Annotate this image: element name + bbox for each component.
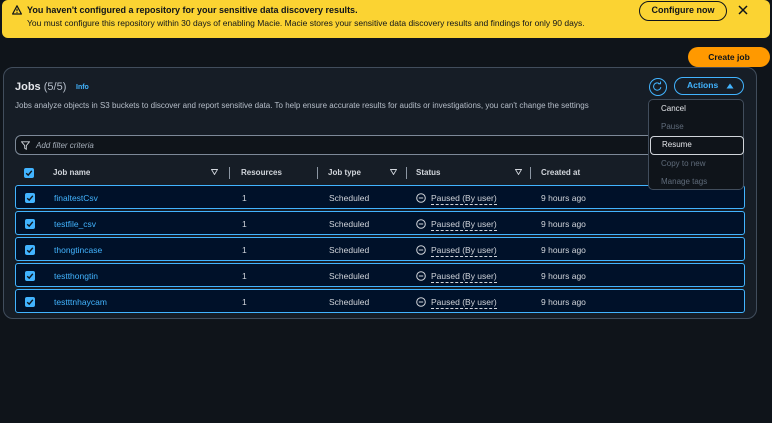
refresh-button[interactable] <box>649 78 667 96</box>
job-type-cell: Scheduled <box>329 271 370 281</box>
select-all-checkbox[interactable] <box>24 168 34 178</box>
status-text[interactable]: Paused (By user) <box>431 219 497 231</box>
filter-icon <box>21 141 30 150</box>
status-text[interactable]: Paused (By user) <box>431 193 497 205</box>
sort-icon[interactable] <box>390 169 397 175</box>
pause-icon <box>416 297 426 307</box>
warning-banner: You haven't configured a repository for … <box>2 0 770 38</box>
page-title: Jobs (5/5) <box>15 81 66 93</box>
actions-label: Actions <box>687 80 719 90</box>
job-name-link[interactable]: thongtincase <box>54 245 102 255</box>
column-divider <box>317 167 318 179</box>
configure-now-button[interactable]: Configure now <box>639 1 727 21</box>
table-row[interactable]: finaltestCsv 1 Scheduled Paused (By user… <box>15 185 745 209</box>
resources-cell: 1 <box>242 245 247 255</box>
row-checkbox[interactable] <box>25 193 35 203</box>
job-type-cell: Scheduled <box>329 219 370 229</box>
col-resources[interactable]: Resources <box>241 168 282 177</box>
created-at-cell: 9 hours ago <box>541 245 586 255</box>
menu-item-cancel[interactable]: Cancel <box>661 104 686 113</box>
menu-item-pause: Pause <box>661 122 684 131</box>
created-at-cell: 9 hours ago <box>541 297 586 307</box>
caret-up-icon <box>726 83 734 89</box>
row-checkbox[interactable] <box>25 219 35 229</box>
banner-title: You haven't configured a repository for … <box>27 5 358 15</box>
jobs-panel: Jobs (5/5) Info Jobs analyze objects in … <box>3 67 757 319</box>
col-status[interactable]: Status <box>416 168 440 177</box>
row-checkbox[interactable] <box>25 271 35 281</box>
filter-input[interactable]: Add filter criteria <box>15 135 655 155</box>
status-text[interactable]: Paused (By user) <box>431 245 497 257</box>
status-text[interactable]: Paused (By user) <box>431 271 497 283</box>
job-count: (5/5) <box>43 81 67 93</box>
column-divider <box>530 167 531 179</box>
close-icon[interactable] <box>737 4 749 16</box>
info-link[interactable]: Info <box>76 84 89 91</box>
table-row[interactable]: testttnhaycam 1 Scheduled Paused (By use… <box>15 289 745 313</box>
actions-button[interactable]: Actions <box>674 77 744 95</box>
job-type-cell: Scheduled <box>329 245 370 255</box>
column-divider <box>406 167 407 179</box>
filter-placeholder: Add filter criteria <box>36 141 94 150</box>
col-job-type[interactable]: Job type <box>328 168 361 177</box>
pause-icon <box>416 245 426 255</box>
banner-subtitle: You must configure this repository withi… <box>27 18 585 28</box>
col-job-name[interactable]: Job name <box>53 168 90 177</box>
col-created-at[interactable]: Created at <box>541 168 580 177</box>
created-at-cell: 9 hours ago <box>541 271 586 281</box>
pause-icon <box>416 219 426 229</box>
refresh-icon <box>653 81 662 91</box>
job-name-link[interactable]: testfile_csv <box>54 219 96 229</box>
menu-item-copy-to-new: Copy to new <box>661 159 706 168</box>
job-name-link[interactable]: finaltestCsv <box>54 193 98 203</box>
job-name-link[interactable]: testthongtin <box>54 271 98 281</box>
menu-item-resume[interactable]: Resume <box>650 136 744 155</box>
sort-icon[interactable] <box>515 169 522 175</box>
table-row[interactable]: testthongtin 1 Scheduled Paused (By user… <box>15 263 745 287</box>
row-checkbox[interactable] <box>25 245 35 255</box>
resources-cell: 1 <box>242 193 247 203</box>
table-row[interactable]: testfile_csv 1 Scheduled Paused (By user… <box>15 211 745 235</box>
menu-item-manage-tags: Manage tags <box>661 177 708 186</box>
pause-icon <box>416 271 426 281</box>
resources-cell: 1 <box>242 271 247 281</box>
panel-description: Jobs analyze objects in S3 buckets to di… <box>15 101 589 110</box>
panel-title-text: Jobs <box>15 81 41 93</box>
job-name-link[interactable]: testttnhaycam <box>54 297 107 307</box>
table-row[interactable]: thongtincase 1 Scheduled Paused (By user… <box>15 237 745 261</box>
job-type-cell: Scheduled <box>329 297 370 307</box>
create-job-button[interactable]: Create job <box>688 47 770 67</box>
pause-icon <box>416 193 426 203</box>
status-text[interactable]: Paused (By user) <box>431 297 497 309</box>
job-type-cell: Scheduled <box>329 193 370 203</box>
created-at-cell: 9 hours ago <box>541 193 586 203</box>
row-checkbox[interactable] <box>25 297 35 307</box>
resources-cell: 1 <box>242 297 247 307</box>
actions-menu: Cancel Pause Resume Copy to new Manage t… <box>648 99 744 190</box>
table-header: Job name Resources Job type Status Creat… <box>15 165 745 183</box>
column-divider <box>229 167 230 179</box>
created-at-cell: 9 hours ago <box>541 219 586 229</box>
resources-cell: 1 <box>242 219 247 229</box>
sort-icon[interactable] <box>211 169 218 175</box>
warning-icon <box>12 5 22 15</box>
